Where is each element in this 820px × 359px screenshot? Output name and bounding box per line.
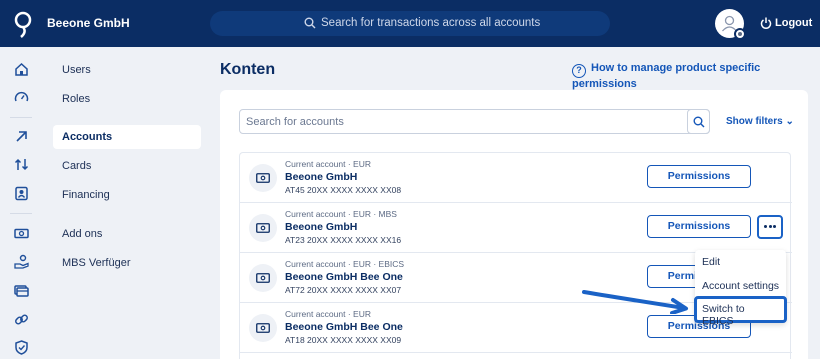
- show-filters-label: Show filters: [726, 116, 783, 127]
- rail-divider: [10, 213, 32, 214]
- show-filters-button[interactable]: Show filters ⌄: [726, 116, 794, 127]
- account-search-button[interactable]: [687, 109, 710, 134]
- account-meta: Current account · EUR: [285, 309, 371, 319]
- account-iban: AT18 20XX XXXX XXXX XX09: [285, 335, 402, 345]
- account-search-input[interactable]: Search for accounts: [239, 109, 710, 134]
- account-name: Beeone GmbH: [285, 171, 358, 183]
- chevron-down-icon: ⌄: [785, 116, 794, 127]
- global-search-placeholder: Search for transactions across all accou…: [321, 17, 541, 29]
- coins-hand-icon[interactable]: [14, 254, 29, 269]
- more-dot: [768, 225, 772, 228]
- help-link[interactable]: ? How to manage product specific permissi…: [572, 62, 820, 90]
- search-icon: [304, 17, 316, 29]
- sidebar-item-accounts[interactable]: Accounts: [53, 125, 201, 149]
- cash-icon: [249, 164, 277, 192]
- sidebar-nav: Users Roles Accounts Cards Financing Add…: [42, 47, 210, 359]
- account-meta: Current account · EUR · EBICS: [285, 259, 405, 269]
- sidebar-item-mbs-verfueger[interactable]: MBS Verfüger: [53, 251, 201, 275]
- speedometer-icon[interactable]: [14, 90, 29, 105]
- cash-icon[interactable]: [14, 226, 29, 241]
- transfer-icon[interactable]: [14, 157, 29, 172]
- cash-icon: [249, 314, 277, 342]
- account-meta: Current account · EUR · MBS: [285, 209, 397, 219]
- menu-item-edit[interactable]: Edit: [702, 256, 720, 268]
- sidebar-item-users[interactable]: Users: [53, 58, 201, 82]
- account-row[interactable]: Current account · EUR Beeone GmbH AT45 2…: [240, 153, 792, 203]
- account-iban: AT45 20XX XXXX XXXX XX08: [285, 185, 402, 195]
- menu-item-switch-to-ebics[interactable]: Switch to EBICS: [694, 296, 787, 327]
- permissions-button[interactable]: Permissions: [647, 165, 751, 188]
- page-title: Konten: [220, 61, 276, 78]
- avatar[interactable]: [715, 9, 746, 40]
- icon-rail: [0, 47, 42, 359]
- search-icon: [693, 116, 705, 128]
- context-menu: Edit Account settings Switch to EBICS: [694, 250, 787, 327]
- contacts-icon[interactable]: [14, 186, 29, 201]
- account-name: Beeone GmbH Bee One: [285, 271, 403, 283]
- link-icon[interactable]: [14, 312, 29, 327]
- sidebar-item-cards[interactable]: Cards: [53, 154, 201, 178]
- menu-item-account-settings[interactable]: Account settings: [702, 280, 779, 292]
- logout-button[interactable]: Logout: [775, 17, 812, 29]
- more-dot: [773, 225, 776, 228]
- account-iban: AT23 20XX XXXX XXXX XX16: [285, 235, 402, 245]
- rail-divider: [10, 117, 32, 118]
- home-icon[interactable]: [14, 62, 29, 77]
- annotation-arrow-icon: [582, 290, 688, 314]
- account-meta: Current account · EUR: [285, 159, 371, 169]
- help-link-label: How to manage product specific permissio…: [572, 62, 761, 90]
- question-icon: ?: [572, 64, 586, 78]
- global-search-input[interactable]: Search for transactions across all accou…: [210, 11, 610, 36]
- permissions-button[interactable]: Permissions: [647, 215, 751, 238]
- avatar-status-badge: [734, 28, 746, 40]
- sidebar-item-financing[interactable]: Financing: [53, 183, 201, 207]
- logo-icon[interactable]: [13, 10, 33, 38]
- cash-icon: [249, 264, 277, 292]
- more-actions-button[interactable]: [757, 215, 783, 239]
- account-name: Beeone GmbH Bee One: [285, 321, 403, 333]
- power-icon[interactable]: [760, 17, 772, 29]
- company-name: Beeone GmbH: [47, 16, 130, 30]
- shield-icon[interactable]: [14, 340, 29, 355]
- cards-icon[interactable]: [14, 283, 29, 298]
- top-bar: Beeone GmbH Search for transactions acro…: [0, 0, 820, 47]
- cash-icon: [249, 214, 277, 242]
- account-iban: AT72 20XX XXXX XXXX XX07: [285, 285, 402, 295]
- arrow-up-right-icon[interactable]: [14, 129, 29, 144]
- sidebar-item-add-ons[interactable]: Add ons: [53, 222, 201, 246]
- sidebar-item-roles[interactable]: Roles: [53, 87, 201, 111]
- account-name: Beeone GmbH: [285, 221, 358, 233]
- account-row[interactable]: Current account · EUR · MBS Beeone GmbH …: [240, 203, 792, 253]
- more-dot: [764, 225, 767, 228]
